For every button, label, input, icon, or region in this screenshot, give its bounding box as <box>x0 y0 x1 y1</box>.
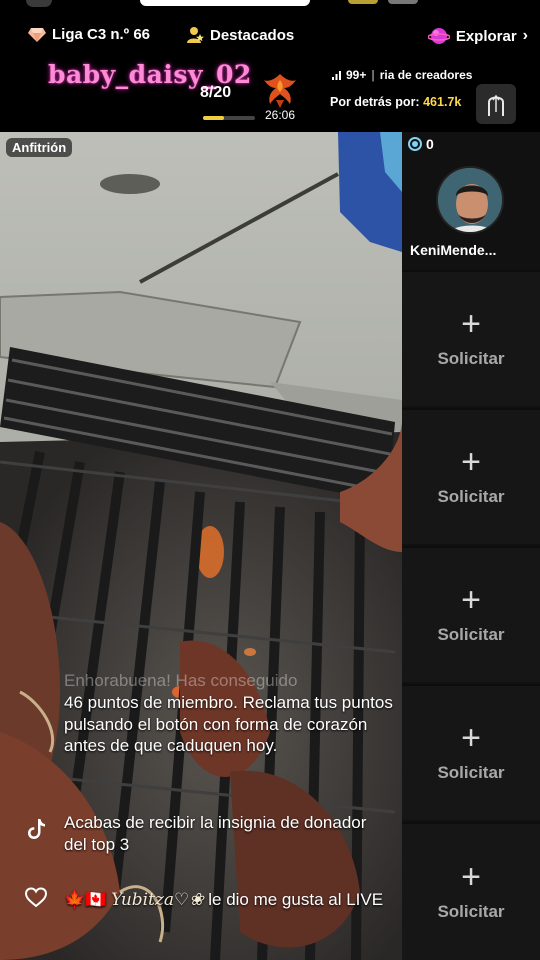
plus-icon: + <box>461 719 481 757</box>
chat-message-faded: Enhorabuena! Has conseguido <box>64 671 298 690</box>
request-slot[interactable]: + Solicitar <box>402 684 540 820</box>
behind-by: Por detrás por: 461.7k <box>330 95 461 109</box>
host-badge: Anfitrión <box>6 138 73 157</box>
guest-name[interactable]: KeniMende... <box>410 242 536 258</box>
rank-count: 99+ <box>346 68 367 82</box>
request-slot-label: Solicitar <box>437 349 505 368</box>
purple-planet-icon <box>427 28 450 44</box>
like-username[interactable]: Yubitza♡❀ <box>111 890 203 910</box>
phoenix-gift-icon[interactable] <box>262 70 298 110</box>
diamond-icon <box>28 27 46 42</box>
request-slot[interactable]: + Solicitar <box>402 822 540 960</box>
chat-message-member-points: 46 puntos de miembro. Reclama tus puntos… <box>64 693 393 755</box>
request-slot[interactable]: + Solicitar <box>402 546 540 682</box>
request-slot[interactable]: + Solicitar <box>402 408 540 544</box>
header-nav-row: Liga C3 n.º 66 Destacados Explorar › <box>0 26 540 50</box>
request-slot-label: Solicitar <box>437 625 505 644</box>
guest-viewer-count: 0 <box>408 136 434 152</box>
plus-icon: + <box>461 443 481 481</box>
featured-button[interactable]: Destacados <box>186 26 294 44</box>
creator-rank[interactable]: 99+ | ria de creadores <box>332 68 472 82</box>
status-indicator <box>388 0 418 4</box>
chevron-right-icon: › <box>522 27 528 44</box>
like-text: le dio me gusta al LIVE <box>208 890 384 909</box>
league-button[interactable]: Liga C3 n.º 66 <box>28 26 150 43</box>
guest-avatar[interactable] <box>436 166 504 234</box>
heart-icon <box>24 887 48 908</box>
rank-arch-icon <box>488 94 504 116</box>
viewer-dot-icon <box>408 137 422 151</box>
like-emoji-badges: 🍁🇨🇦 <box>64 890 107 909</box>
status-avatar <box>26 0 52 7</box>
featured-label: Destacados <box>210 26 295 44</box>
request-slot-label: Solicitar <box>437 902 505 921</box>
status-pill <box>140 0 310 6</box>
behind-value: 461.7k <box>423 95 462 109</box>
league-label: Liga C3 n.º 66 <box>52 26 151 43</box>
stream-timer: 26:06 <box>265 108 296 122</box>
goal-progress-bar <box>203 116 255 120</box>
request-slot-label: Solicitar <box>437 487 505 506</box>
viewer-count-value: 0 <box>426 136 434 152</box>
explore-label: Explorar <box>455 27 517 45</box>
plus-icon: + <box>461 858 481 896</box>
tiktok-icon <box>28 819 45 839</box>
explore-button[interactable]: Explorar › <box>427 26 528 46</box>
person-star-icon <box>187 27 204 43</box>
signal-bars-icon <box>332 70 341 80</box>
plus-icon: + <box>461 305 481 343</box>
goal-count: 8/20 <box>200 84 232 101</box>
behind-label: Por detrás por: <box>330 95 420 109</box>
rank-arch-button[interactable] <box>476 84 516 124</box>
live-header: Liga C3 n.º 66 Destacados Explorar › bab… <box>0 8 540 132</box>
rank-text: ria de creadores <box>379 68 473 82</box>
status-indicator <box>348 0 378 4</box>
chat-message-badge: Acabas de recibir la insignia de donador… <box>64 813 367 854</box>
status-strip <box>0 0 540 8</box>
request-slot-label: Solicitar <box>437 763 505 782</box>
rank-separator: | <box>371 68 375 82</box>
chat-message-like: 🍁🇨🇦 Yubitza♡❀ le dio me gusta al LIVE <box>64 884 384 916</box>
plus-icon: + <box>461 581 481 619</box>
goal-progress-fill <box>203 116 224 120</box>
request-slot[interactable]: + Solicitar <box>402 270 540 406</box>
